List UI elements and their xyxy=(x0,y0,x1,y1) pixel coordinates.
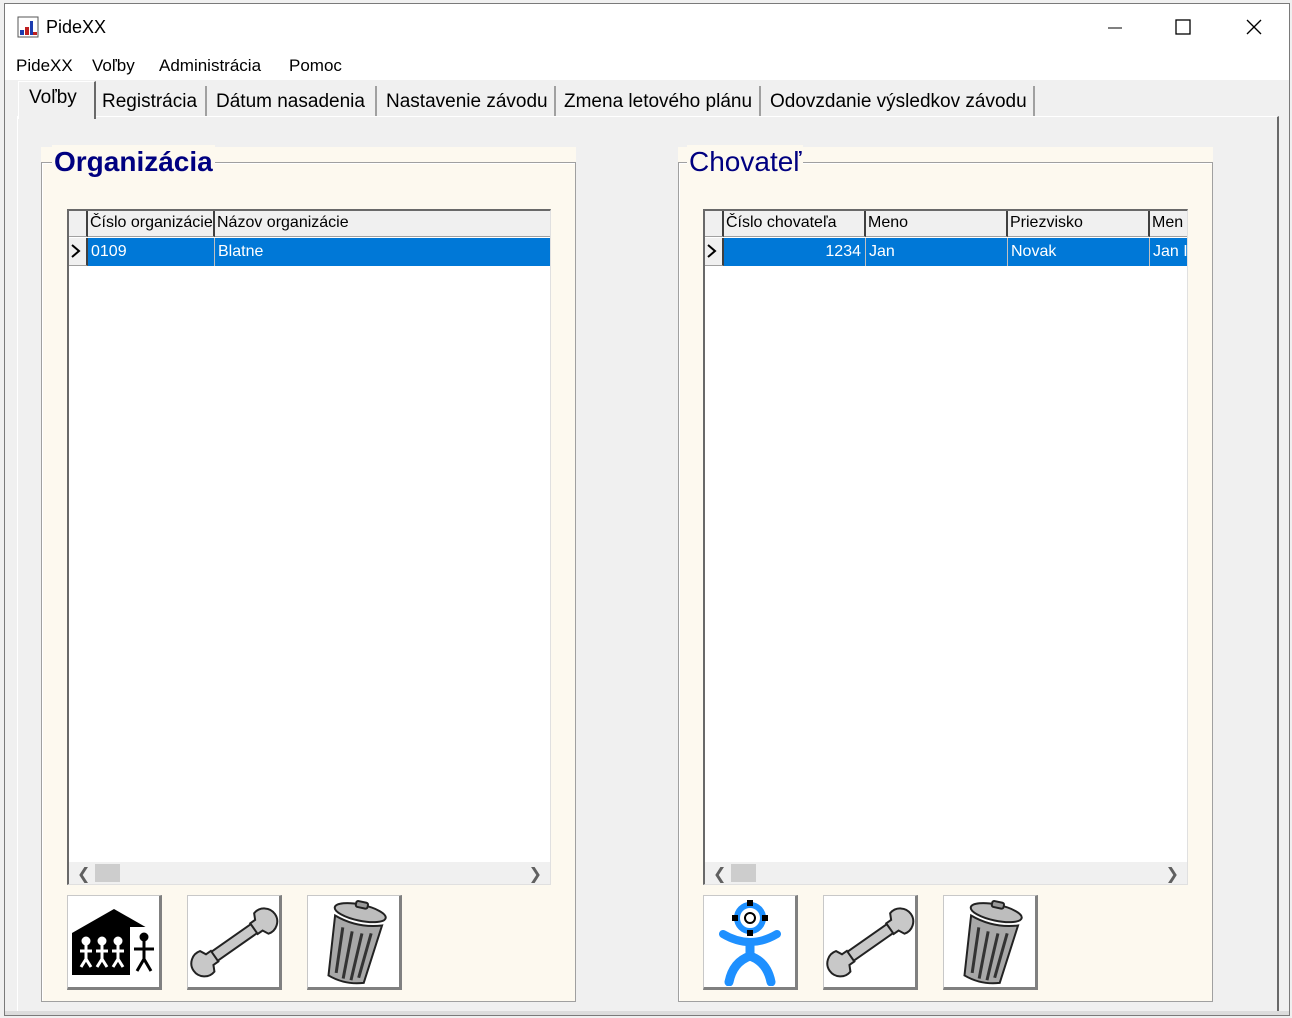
menu-volby[interactable]: Voľby xyxy=(92,56,135,76)
column-header-meno[interactable]: Meno xyxy=(866,211,1008,237)
window-bottom-edge xyxy=(5,1011,1289,1015)
title-bar: PideXX xyxy=(5,4,1289,50)
cell-priezvisko[interactable]: Novak xyxy=(1008,238,1150,266)
organizacia-grid[interactable]: Číslo organizácie Názov organizácie 0109… xyxy=(67,209,551,885)
minimize-icon xyxy=(1108,27,1122,29)
tab-strip: Voľby Registrácia Dátum nasadenia Nastav… xyxy=(5,80,1289,120)
menu-pidexx[interactable]: PideXX xyxy=(16,56,73,76)
table-row[interactable]: 1234 Jan Novak Jan I xyxy=(705,238,1187,266)
tab-odovzdanie-vysledkov[interactable]: Odovzdanie výsledkov závodu xyxy=(770,86,1035,116)
trash-can-icon xyxy=(326,899,387,984)
tab-zmena-letoveho-planu[interactable]: Zmena letového plánu xyxy=(564,86,761,116)
column-header-priezvisko[interactable]: Priezvisko xyxy=(1008,211,1150,237)
cell-nazov-organizacie[interactable]: Blatne xyxy=(215,238,550,266)
cell-cislo-organizacie[interactable]: 0109 xyxy=(88,238,215,266)
minimize-button[interactable] xyxy=(1080,4,1150,50)
row-indicator-icon xyxy=(69,238,88,266)
tab-volby[interactable]: Voľby xyxy=(18,81,96,119)
chovatel-grid-header: Číslo chovateľa Meno Priezvisko Men xyxy=(705,211,1187,237)
cell-cislo-chovatela[interactable]: 1234 xyxy=(724,238,866,266)
delete-chovatel-button[interactable] xyxy=(943,895,1038,990)
tab-nastavenie-zavodu[interactable]: Nastavenie závodu xyxy=(386,86,556,116)
organizacia-group: Organizácia Číslo organizácie Názov orga… xyxy=(41,145,576,1002)
cell-meno[interactable]: Jan xyxy=(866,238,1008,266)
chovatel-horizontal-scrollbar[interactable]: ❮ ❯ xyxy=(705,862,1187,884)
edit-organizacia-button[interactable] xyxy=(187,895,282,990)
close-button[interactable] xyxy=(1219,4,1289,50)
wrench-icon xyxy=(189,906,278,977)
column-header-cislo-chovatela[interactable]: Číslo chovateľa xyxy=(724,211,866,237)
scroll-thumb[interactable] xyxy=(95,864,120,882)
add-chovatel-button[interactable] xyxy=(703,895,798,990)
row-header-corner xyxy=(705,211,724,237)
scroll-right-icon[interactable]: ❯ xyxy=(1166,864,1179,884)
organizacia-title: Organizácia xyxy=(52,145,215,179)
scroll-thumb[interactable] xyxy=(731,864,756,882)
menu-administracia[interactable]: Administrácia xyxy=(159,56,261,76)
column-header-nazov-organizacie[interactable]: Názov organizácie xyxy=(215,211,550,237)
column-header-men[interactable]: Men xyxy=(1150,211,1187,237)
chovatel-grid[interactable]: Číslo chovateľa Meno Priezvisko Men 1234… xyxy=(703,209,1188,885)
menu-bar: PideXX Voľby Administrácia Pomoc xyxy=(5,50,1289,80)
tab-page-volby: Organizácia Číslo organizácie Názov orga… xyxy=(17,116,1279,1015)
row-indicator-icon xyxy=(705,238,724,266)
wrench-icon xyxy=(825,906,914,977)
organizacia-grid-header: Číslo organizácie Názov organizácie xyxy=(69,211,550,237)
table-row[interactable]: 0109 Blatne xyxy=(69,238,550,266)
row-header-corner xyxy=(69,211,88,237)
menu-pomoc[interactable]: Pomoc xyxy=(289,56,342,76)
scroll-left-icon[interactable]: ❮ xyxy=(713,864,726,884)
column-header-cislo-organizacie[interactable]: Číslo organizácie xyxy=(88,211,215,237)
app-icon xyxy=(17,16,39,38)
close-icon xyxy=(1246,19,1262,35)
edit-chovatel-button[interactable] xyxy=(823,895,918,990)
cell-men[interactable]: Jan I xyxy=(1150,238,1187,266)
person-icon xyxy=(718,899,781,986)
scroll-left-icon[interactable]: ❮ xyxy=(77,864,90,884)
tab-datum-nasadenia[interactable]: Dátum nasadenia xyxy=(216,86,377,116)
trash-can-icon xyxy=(962,899,1023,984)
organization-house-icon xyxy=(71,908,158,977)
maximize-button[interactable] xyxy=(1148,4,1218,50)
tab-registracia[interactable]: Registrácia xyxy=(101,86,207,116)
add-organizacia-button[interactable] xyxy=(67,895,162,990)
app-window: PideXX PideXX Voľby Administrácia Pomoc … xyxy=(4,3,1290,1016)
chovatel-group: Chovateľ Číslo chovateľa Meno Priezvisko… xyxy=(678,145,1213,1002)
scroll-right-icon[interactable]: ❯ xyxy=(529,864,542,884)
organizacia-horizontal-scrollbar[interactable]: ❮ ❯ xyxy=(69,862,550,884)
delete-organizacia-button[interactable] xyxy=(307,895,402,990)
window-title: PideXX xyxy=(46,17,107,37)
maximize-icon xyxy=(1175,19,1191,35)
chovatel-title: Chovateľ xyxy=(687,145,804,179)
